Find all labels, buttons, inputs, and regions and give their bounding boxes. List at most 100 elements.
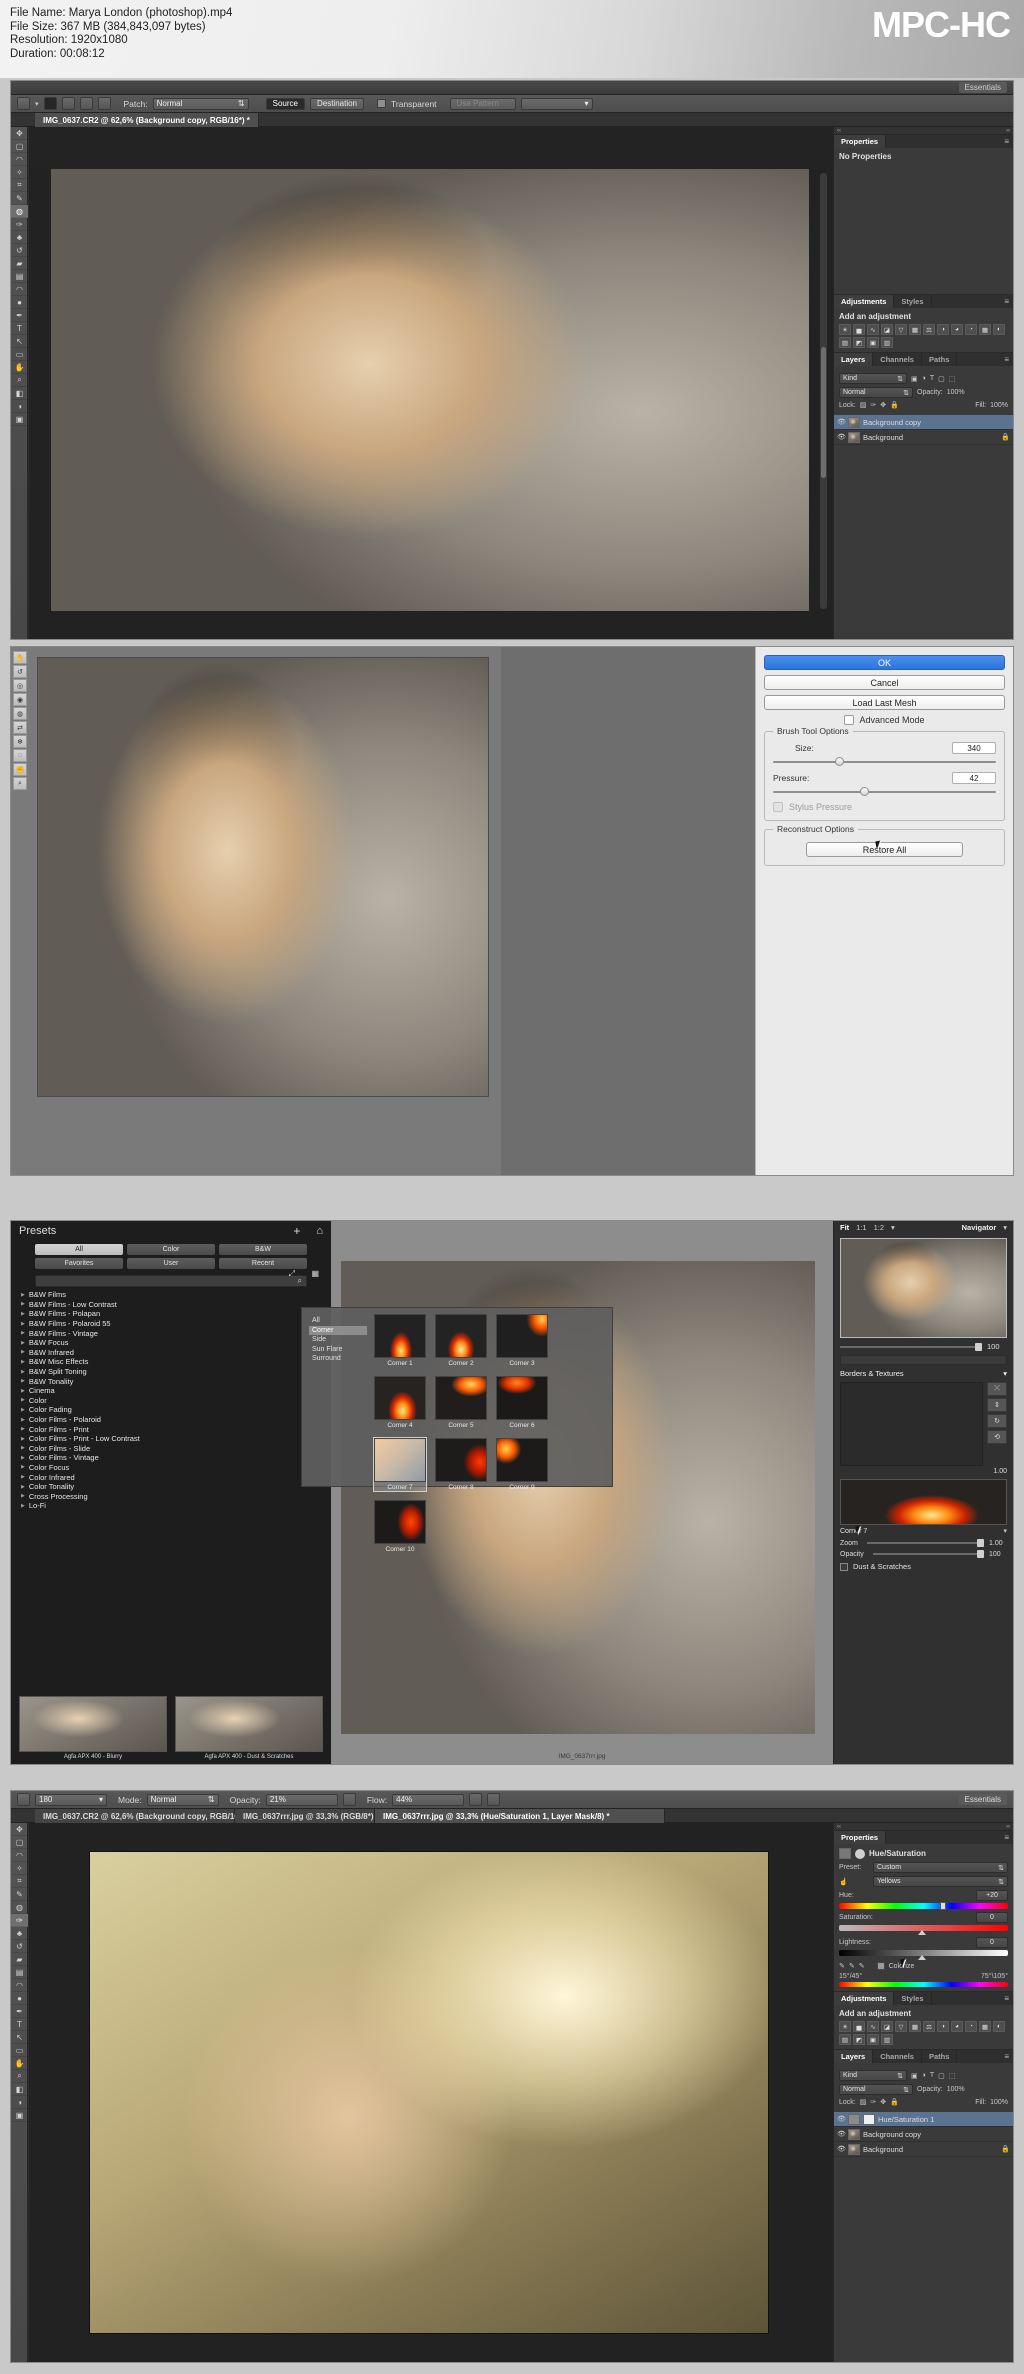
document-canvas-4[interactable] — [29, 1823, 833, 2362]
opacity-value-1[interactable]: 100% — [947, 389, 965, 396]
shape-tool-icon[interactable]: ▭ — [11, 348, 28, 361]
chevron-right-icon[interactable]: ▶ — [21, 1301, 25, 1307]
image-area-4[interactable] — [89, 1851, 769, 2334]
table-row[interactable]: 👁 Background copy — [834, 2127, 1013, 2142]
scrollbar-thumb[interactable] — [821, 347, 826, 479]
workspace-switcher-4[interactable]: Essentials — [958, 1794, 1007, 1805]
chevron-right-icon[interactable]: ▶ — [21, 1340, 25, 1346]
filter-shape-icon[interactable]: ▢ — [938, 2072, 945, 2080]
eyedropper-add-icon[interactable]: ✎ — [849, 1962, 855, 1970]
chevron-right-icon[interactable]: ▶ — [21, 1493, 25, 1499]
table-row[interactable]: 👁 Background 🔒 — [834, 2142, 1013, 2157]
clone-stamp-tool-icon[interactable]: ♣ — [11, 231, 28, 244]
presets-search-box[interactable]: ⌕ — [35, 1275, 307, 1287]
list-item[interactable]: Corner 3 — [496, 1314, 548, 1367]
marquee-tool-icon[interactable]: ▢ — [11, 140, 28, 153]
posterize-icon[interactable]: ▨ — [839, 337, 851, 348]
list-item[interactable]: Corner 4 — [374, 1376, 426, 1429]
brush-tool-icon[interactable] — [17, 1793, 30, 1806]
list-item[interactable]: ▶ B&W Films - Low Contrast — [11, 1300, 331, 1310]
list-item[interactable]: ▶ Color Films - Polaroid — [11, 1415, 331, 1425]
selected-corner-preview[interactable] — [840, 1479, 1007, 1525]
filter-favorites-button[interactable]: Favorites — [35, 1258, 123, 1269]
list-item[interactable]: ▶ Color Films - Print - Low Contrast — [11, 1434, 331, 1444]
list-item[interactable]: ▶ Cross Processing — [11, 1491, 331, 1501]
rotate-icon[interactable]: ↻ — [987, 1414, 1007, 1428]
push-left-tool-icon[interactable]: ⇄ — [13, 721, 27, 734]
quick-mask-icon[interactable]: ◑ — [11, 400, 28, 413]
pressure-slider[interactable] — [773, 787, 996, 796]
tab-styles-4[interactable]: Styles — [894, 1992, 932, 2005]
lightness-value[interactable]: 0 — [976, 1937, 1008, 1948]
use-pattern-button[interactable]: Use Pattern — [449, 97, 516, 110]
layer-filter-select-1[interactable]: Kind ⇅ — [839, 373, 907, 384]
list-item[interactable]: ▶ B&W Infrared — [11, 1348, 331, 1358]
tab-paths-1[interactable]: Paths — [922, 353, 958, 366]
preset-picker-chevron-icon[interactable]: ▾ — [35, 100, 39, 108]
size-value[interactable]: 340 — [952, 742, 996, 754]
subtract-from-selection-icon[interactable] — [79, 97, 93, 110]
move-tool-icon[interactable]: ✥ — [11, 1823, 28, 1836]
blend-mode-select-4[interactable]: Normal ⇅ — [146, 1793, 219, 1806]
list-item[interactable]: Corner 8 — [435, 1438, 487, 1491]
lock-image-icon[interactable]: ✑ — [870, 2098, 876, 2106]
foreground-background-color-icon[interactable]: ◧ — [11, 387, 28, 400]
chevron-right-icon[interactable]: ▶ — [21, 1417, 25, 1423]
opacity-field-4[interactable]: 21% — [265, 1793, 338, 1806]
shape-tool-icon[interactable]: ▭ — [11, 2044, 28, 2057]
chevron-right-icon[interactable]: ▶ — [21, 1378, 25, 1384]
list-item[interactable]: Corner 1 — [374, 1314, 426, 1367]
panel-menu-icon[interactable]: ≡ — [1000, 295, 1013, 308]
gradient-tool-icon[interactable]: ▤ — [11, 270, 28, 283]
advanced-mode-checkbox[interactable] — [844, 715, 855, 725]
chevron-right-icon[interactable]: ▶ — [21, 1397, 25, 1403]
levels-icon[interactable]: ▅ — [853, 324, 865, 335]
chevron-right-icon[interactable]: ▶ — [21, 1321, 25, 1327]
curves-icon[interactable]: ∿ — [867, 2021, 879, 2032]
tab-channels-4[interactable]: Channels — [873, 2050, 922, 2063]
layer-filter-select-4[interactable]: Kind ⇅ — [839, 2070, 907, 2081]
search-icon[interactable]: ⌕ — [298, 1276, 302, 1286]
visibility-eye-icon[interactable]: 👁 — [837, 418, 846, 426]
slider-knob[interactable] — [940, 1902, 947, 1910]
chevron-right-icon[interactable]: ▶ — [21, 1330, 25, 1336]
freeze-mask-tool-icon[interactable]: ❄ — [13, 735, 27, 748]
lock-position-icon[interactable]: ✥ — [880, 401, 886, 409]
plus-icon[interactable]: + — [293, 1224, 300, 1238]
filter-adjustment-icon[interactable]: ◑ — [922, 2072, 926, 2079]
curves-icon[interactable]: ∿ — [867, 324, 879, 335]
slider-knob[interactable] — [835, 757, 845, 766]
chevron-down-icon[interactable]: ▾ — [891, 1223, 895, 1232]
path-selection-tool-icon[interactable]: ↖ — [11, 335, 28, 348]
range-select[interactable]: Yellows ⇅ — [873, 1876, 1008, 1887]
airbrush-icon[interactable] — [342, 1793, 356, 1806]
table-row[interactable]: 👁 Hue/Saturation 1 — [834, 2112, 1013, 2127]
collapse-right-icon[interactable]: ›› — [1006, 1824, 1010, 1830]
flip-icon[interactable]: ⇕ — [987, 1398, 1007, 1412]
collapse-left-icon[interactable]: ‹‹ — [837, 1824, 841, 1830]
tab-layers-4[interactable]: Layers — [834, 2050, 874, 2063]
list-item[interactable]: ▶ B&W Films — [11, 1290, 331, 1300]
patch-tool-icon[interactable]: ◍ — [11, 1901, 28, 1914]
hand-tool-icon[interactable]: ✋ — [11, 2057, 28, 2070]
vibrance-icon[interactable]: ▽ — [895, 324, 907, 335]
visibility-eye-icon[interactable]: 👁 — [837, 2145, 846, 2153]
chevron-right-icon[interactable]: ▶ — [21, 1311, 25, 1317]
chevron-right-icon[interactable]: ▶ — [21, 1445, 25, 1451]
hue-sat-icon[interactable]: ▩ — [909, 2021, 921, 2032]
color-balance-icon[interactable]: ⚖ — [923, 324, 935, 335]
cancel-button[interactable]: Cancel — [764, 675, 1005, 690]
channel-mixer-icon[interactable]: ◔ — [965, 2021, 977, 2032]
brush-tool-icon[interactable]: ✑ — [11, 218, 28, 231]
posterize-icon[interactable]: ▨ — [839, 2034, 851, 2045]
list-item[interactable]: ▶ B&W Films - Polaroid 55 — [11, 1319, 331, 1329]
bloat-tool-icon[interactable]: ◍ — [13, 707, 27, 720]
borders-textures-header[interactable]: Borders & Textures ▾ — [840, 1369, 1007, 1378]
tablet-pressure-opacity-icon[interactable] — [487, 1793, 501, 1806]
on-image-adjust-icon[interactable]: ☝ — [839, 1878, 869, 1886]
restore-all-button[interactable]: Restore All — [806, 842, 963, 857]
dock-collapse-bar-4[interactable]: ‹‹ ›› — [834, 1823, 1013, 1831]
filter-pixel-icon[interactable]: ▣ — [911, 375, 918, 383]
hue-sat-icon[interactable]: ▩ — [909, 324, 921, 335]
chevron-right-icon[interactable]: ▶ — [21, 1464, 25, 1470]
